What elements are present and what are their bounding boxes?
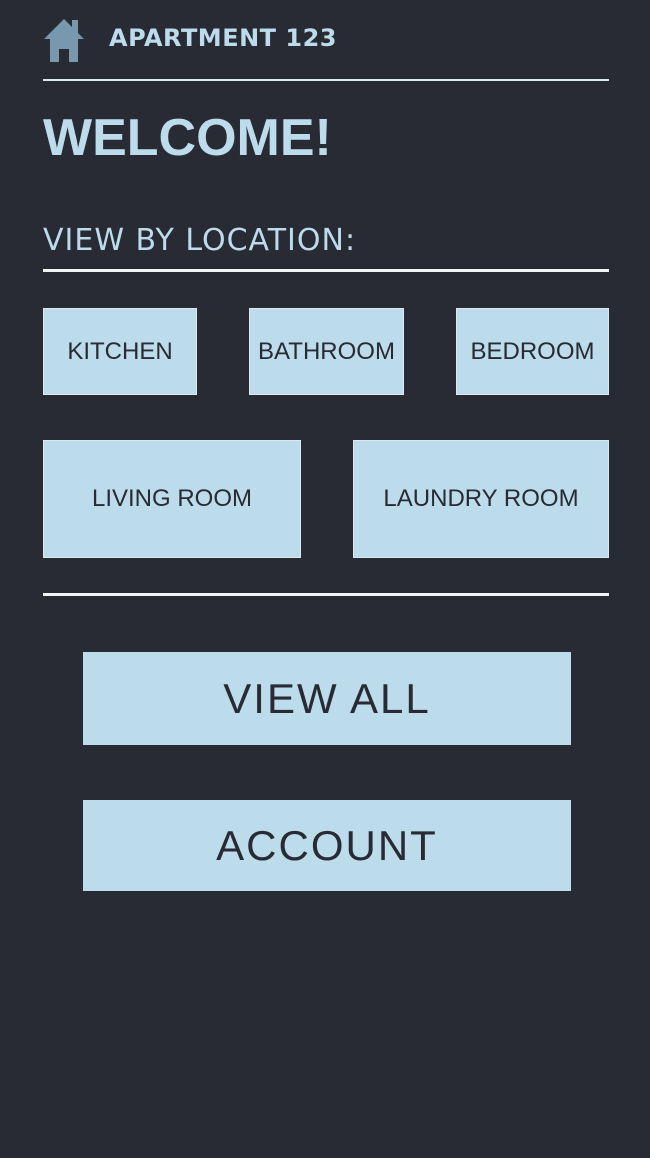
location-bottom-divider bbox=[43, 593, 609, 596]
welcome-heading: WELCOME! bbox=[43, 109, 332, 167]
location-laundry-room-button[interactable]: LAUNDRY ROOM bbox=[353, 440, 609, 558]
location-kitchen-button[interactable]: KITCHEN bbox=[43, 308, 197, 395]
home-icon[interactable] bbox=[43, 18, 85, 62]
location-bathroom-button[interactable]: BATHROOM bbox=[249, 308, 404, 395]
account-button[interactable]: ACCOUNT bbox=[83, 800, 571, 891]
app-header: APARTMENT 123 bbox=[43, 18, 609, 64]
apartment-title: APARTMENT 123 bbox=[109, 24, 337, 52]
location-bedroom-button[interactable]: BEDROOM bbox=[456, 308, 609, 395]
view-all-button[interactable]: VIEW ALL bbox=[83, 652, 571, 745]
location-living-room-button[interactable]: LIVING ROOM bbox=[43, 440, 301, 558]
view-by-location-heading: VIEW BY LOCATION: bbox=[43, 223, 357, 258]
location-top-divider bbox=[43, 269, 609, 272]
header-divider bbox=[43, 79, 609, 81]
